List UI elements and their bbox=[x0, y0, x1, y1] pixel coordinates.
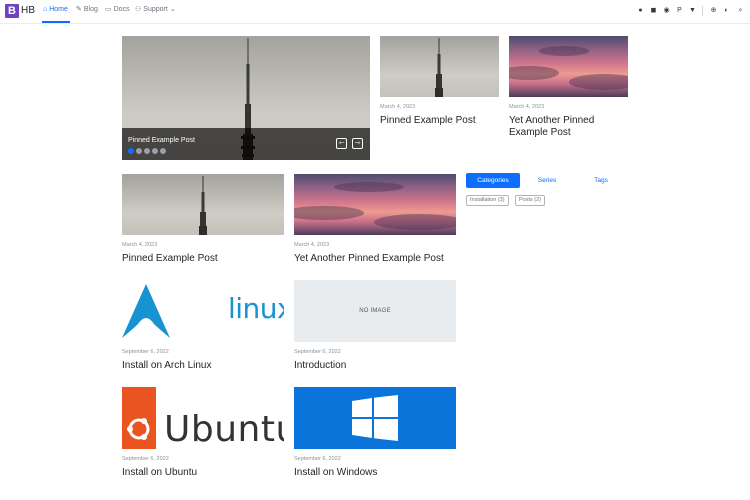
support-icon: ⚇ bbox=[135, 6, 142, 13]
cloud bbox=[509, 66, 559, 80]
category-badge[interactable]: Posts (2) bbox=[515, 195, 546, 206]
mastodon-icon[interactable]: ◼ bbox=[649, 6, 658, 15]
post-thumb[interactable] bbox=[122, 174, 284, 235]
discord-icon[interactable]: ◉ bbox=[662, 6, 671, 15]
cloud bbox=[569, 74, 628, 90]
linux-wordmark: linux bbox=[228, 292, 284, 325]
tab-series[interactable]: Series bbox=[527, 173, 567, 188]
post-title[interactable]: Install on Windows bbox=[294, 467, 464, 479]
carousel-dot[interactable] bbox=[152, 148, 158, 154]
featured-thumb-2[interactable] bbox=[509, 36, 628, 97]
hero-title[interactable]: Pinned Example Post bbox=[128, 137, 195, 144]
nav-home-label: Home bbox=[49, 6, 68, 13]
cloud bbox=[539, 46, 589, 56]
post-date: September 6, 2022 bbox=[122, 349, 169, 355]
post-thumb[interactable] bbox=[294, 387, 456, 449]
cloud bbox=[334, 182, 404, 192]
post-date: March 4, 2023 bbox=[509, 104, 545, 110]
post-title[interactable]: Yet Another Pinned Example Post bbox=[294, 253, 464, 265]
blog-icon: ✎ bbox=[76, 6, 82, 13]
no-image-label: NO IMAGE bbox=[359, 308, 391, 314]
post-thumb[interactable]: linux bbox=[122, 280, 284, 342]
cloud bbox=[374, 214, 456, 230]
nav-support[interactable]: ⚇ Support ⌄ bbox=[135, 6, 176, 13]
post-thumb[interactable]: Ubuntu bbox=[122, 387, 284, 449]
post-date: March 4, 2023 bbox=[294, 242, 330, 248]
post-title[interactable]: Introduction bbox=[294, 360, 464, 372]
post-date: September 6, 2022 bbox=[122, 456, 169, 462]
post-date: March 4, 2023 bbox=[122, 242, 158, 248]
carousel-dot[interactable] bbox=[144, 148, 150, 154]
post-date: September 6, 2022 bbox=[294, 349, 341, 355]
post-date: September 6, 2022 bbox=[294, 456, 341, 462]
paypal-icon[interactable]: P bbox=[675, 6, 684, 15]
chevron-down-icon: ⌄ bbox=[169, 6, 176, 13]
language-icon[interactable]: ⊕ bbox=[709, 6, 718, 15]
ubuntu-circle-icon bbox=[127, 418, 150, 440]
hero-caption: Pinned Example Post ⇽ ⇾ bbox=[122, 128, 370, 160]
nav-support-label: Support bbox=[143, 6, 168, 13]
tab-tags[interactable]: Tags bbox=[584, 173, 618, 188]
carousel-dot[interactable] bbox=[136, 148, 142, 154]
hero-carousel[interactable]: Pinned Example Post ⇽ ⇾ bbox=[122, 36, 370, 160]
ubuntu-logo-box bbox=[122, 387, 156, 449]
nav-docs-label: Docs bbox=[113, 6, 130, 13]
carousel-indicators bbox=[128, 148, 166, 154]
windows-logo-icon bbox=[352, 395, 398, 441]
tower-image bbox=[199, 176, 207, 235]
ubuntu-wordmark: Ubuntu bbox=[164, 409, 284, 449]
github-icon[interactable]: ● bbox=[636, 6, 645, 15]
nav-docs[interactable]: ▭ Docs bbox=[105, 6, 130, 13]
carousel-prev-button[interactable]: ⇽ bbox=[336, 138, 347, 149]
post-title[interactable]: Yet Another Pinned Example Post bbox=[509, 115, 629, 139]
twitter-icon[interactable]: ▼ bbox=[688, 6, 697, 15]
no-image-placeholder[interactable]: NO IMAGE bbox=[294, 280, 456, 342]
nav-blog[interactable]: ✎ Blog bbox=[76, 6, 98, 13]
carousel-next-button[interactable]: ⇾ bbox=[352, 138, 363, 149]
post-title[interactable]: Install on Arch Linux bbox=[122, 360, 292, 372]
tower-image bbox=[435, 38, 443, 97]
home-icon: ⌂ bbox=[43, 6, 48, 13]
navbar: B HB ⌂ Home ✎ Blog ▭ Docs ⚇ Support ⌄ ● … bbox=[0, 0, 750, 24]
nav-blog-label: Blog bbox=[83, 6, 98, 13]
post-title[interactable]: Install on Ubuntu bbox=[122, 467, 292, 479]
post-title[interactable]: Pinned Example Post bbox=[122, 253, 292, 265]
post-thumb[interactable] bbox=[294, 174, 456, 235]
category-badge[interactable]: Installation (3) bbox=[466, 195, 509, 206]
book-icon: ▭ bbox=[105, 6, 112, 13]
arch-logo-icon bbox=[122, 284, 170, 338]
nav-home[interactable]: ⌂ Home bbox=[43, 6, 68, 13]
carousel-dot[interactable] bbox=[128, 148, 134, 154]
post-title[interactable]: Pinned Example Post bbox=[380, 115, 505, 127]
brand-name[interactable]: HB bbox=[21, 5, 35, 16]
carousel-dot[interactable] bbox=[160, 148, 166, 154]
search-icon[interactable]: ⌕ bbox=[736, 6, 745, 15]
theme-toggle-icon[interactable]: ◐ bbox=[722, 6, 731, 15]
post-date: March 4, 2023 bbox=[380, 104, 416, 110]
featured-thumb-1[interactable] bbox=[380, 36, 499, 97]
tab-categories[interactable]: Categories bbox=[466, 173, 520, 188]
nav-active-indicator bbox=[42, 21, 70, 23]
cloud bbox=[294, 206, 364, 220]
brand-logo[interactable]: B bbox=[5, 4, 19, 18]
nav-divider bbox=[702, 6, 703, 16]
